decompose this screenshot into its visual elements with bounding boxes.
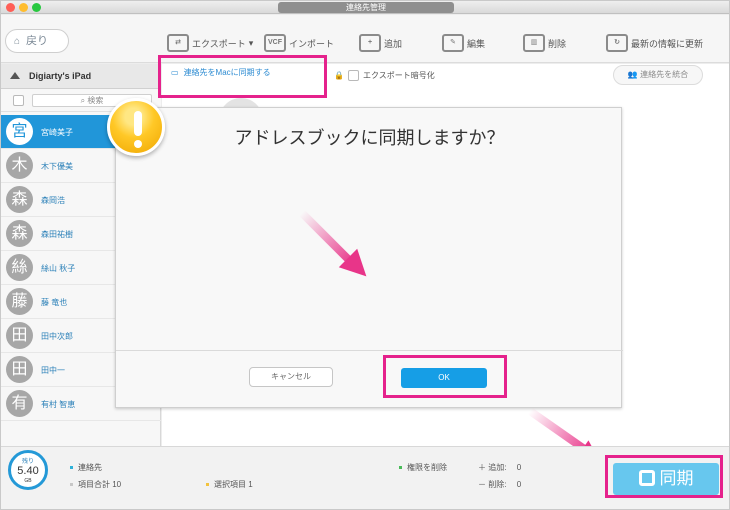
export-button[interactable]: ⇄ エクスポート ▾ [167,31,253,55]
sync-to-mac-button[interactable]: ▭ 連絡先をMacに同期する [171,67,271,78]
delete-status-value: 0 [516,480,522,489]
add-label: 追加 [384,38,403,49]
avatar: 藤 [6,288,33,315]
storage-label: 残り [21,459,34,465]
plus-icon: ＋ [478,463,486,472]
contact-name: 藤 竜也 [41,298,68,307]
storage-unit: GB [24,478,32,484]
delete-status-label: 削除: [488,480,507,489]
refresh-button[interactable]: ↻ 最新の情報に更新 [606,31,703,55]
title-bar: 連絡先管理 [1,1,729,14]
close-window-button[interactable] [6,3,15,12]
total-items-label: 項目合計 10 [78,480,122,489]
total-items: 項目合計 10 [70,479,121,490]
window-title: 連絡先管理 [278,2,454,13]
avatar: 有 [6,390,33,417]
avatar: 森 [6,220,33,247]
total-dot-icon [70,483,73,487]
add-status-value: 0 [516,463,522,472]
search-placeholder: 検索 [87,96,104,105]
delete-label: 削除 [548,38,567,49]
export-icon: ⇄ [167,34,189,52]
dialog-divider [116,350,623,351]
storage-value: 5.40 [17,465,39,477]
contact-name: 絲山 秋子 [41,264,76,273]
add-status-label: 追加: [488,463,507,472]
selected-dot-icon [206,483,209,487]
delete-button[interactable]: ▥ 削除 [523,31,566,55]
contact-name: 森岡浩 [41,196,65,205]
refresh-icon: ↻ [606,34,628,52]
avatar: 田 [6,322,33,349]
avatar: 木 [6,152,33,179]
import-label: インポート [289,38,335,49]
edit-button[interactable]: ✎ 編集 [442,31,485,55]
eject-icon [10,72,20,79]
add-status: ＋ 追加: 0 [478,462,521,473]
delete-permission-label: 権限を削除 [407,463,447,472]
import-button[interactable]: VCF インポート [264,31,334,55]
toolbar: ⌂ 戻り ⇄ エクスポート ▾ VCF インポート + 追加 ✎ 編集 ▥ 削除 ↻ 最新の情報… [1,15,729,63]
avatar: 宮 [6,118,33,145]
sync-label: 同期 [659,469,694,488]
warning-icon [107,98,165,156]
search-icon: ⌕ [80,96,86,105]
sync-button[interactable]: 同期 [613,463,719,495]
edit-label: 編集 [467,38,486,49]
home-icon: ⌂ [14,36,21,47]
minimize-window-button[interactable] [19,3,28,12]
contact-name: 宮崎美子 [41,128,73,137]
contacts-label: 連絡先 [78,463,102,472]
avatar: 森 [6,186,33,213]
dialog-title: アドレスブックに同期しますか？ [234,128,505,148]
delete-status: － 削除: 0 [478,479,521,490]
back-button[interactable]: ⌂ 戻り [5,29,69,53]
merge-contacts-button[interactable]: 👥 連絡先を統合 [613,65,703,85]
contact-name: 木下優美 [41,162,73,171]
permission-dot-icon [399,466,402,470]
cancel-button[interactable]: キャンセル [249,367,333,387]
chevron-down-icon: ▾ [248,37,254,48]
contacts-window: 連絡先管理 ⌂ 戻り ⇄ エクスポート ▾ VCF インポート + 追加 ✎ 編集 ▥ 削除 … [0,0,730,510]
lock-icon: 🔒 [334,71,344,80]
contact-name: 田中次郎 [41,332,73,341]
device-header: Digiarty's iPad [1,64,161,89]
storage-indicator: 残り 5.40 GB [8,450,48,490]
avatar: 絲 [6,254,33,281]
trash-icon: ▥ [523,34,545,52]
selected-items-label: 選択項目 1 [214,480,253,489]
contact-name: 田中一 [41,366,65,375]
selected-items: 選択項目 1 [206,479,253,490]
exclamation-dot [134,140,142,148]
add-contact-icon: + [359,34,381,52]
refresh-label: 最新の情報に更新 [631,38,704,49]
avatar: 田 [6,356,33,383]
back-label: 戻り [26,35,48,47]
contact-name: 有村 智恵 [41,400,76,409]
device-name: Digiarty's iPad [29,71,92,81]
zoom-window-button[interactable] [32,3,41,12]
delete-permission-indicator: 権限を削除 [399,462,447,473]
ok-button[interactable]: OK [401,368,487,388]
minus-icon: － [478,480,486,489]
export-label: エクスポート [192,38,246,49]
contacts-dot-icon [70,466,73,470]
export-encryption-label: エクスポート暗号化 [362,71,435,80]
contact-name: 森田祐樹 [41,230,73,239]
add-button[interactable]: + 追加 [359,31,402,55]
sync-icon [638,470,655,486]
exclamation-icon [134,111,142,136]
export-encryption-option[interactable]: 🔒 エクスポート暗号化 [334,70,435,81]
vcf-icon: VCF [264,34,286,52]
contacts-indicator: 連絡先 [70,462,102,473]
merge-label: 連絡先を統合 [640,70,689,79]
edit-icon: ✎ [442,34,464,52]
monitor-icon: ▭ [171,68,179,77]
sync-confirmation-dialog: アドレスブックに同期しますか？ キャンセル [115,107,623,408]
people-icon: 👥 [627,70,638,79]
select-all-checkbox[interactable] [13,95,24,106]
sync-mac-label: 連絡先をMacに同期する [183,68,271,77]
export-encryption-checkbox[interactable] [347,70,359,81]
